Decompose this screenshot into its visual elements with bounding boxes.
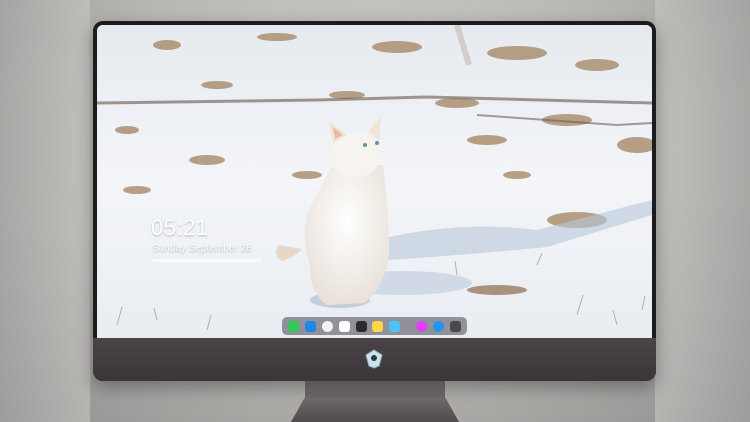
finder-icon[interactable]: [304, 320, 316, 332]
clapper-icon[interactable]: [355, 320, 367, 332]
lockscreen-time: 05:21: [151, 215, 209, 240]
clock-icon[interactable]: [321, 320, 333, 332]
brand-logo-icon: [365, 349, 383, 369]
calendar-icon[interactable]: [338, 320, 350, 332]
camera-icon[interactable]: [450, 320, 462, 332]
lockscreen-subtitle-line: [152, 259, 262, 262]
messages-icon[interactable]: [287, 320, 299, 332]
dock: [282, 317, 467, 335]
lockscreen-date: Sunday September 28: [152, 243, 252, 254]
itunes-icon[interactable]: [416, 320, 428, 332]
monitor-chin: [93, 338, 656, 381]
notes-icon[interactable]: [372, 320, 384, 332]
wallpaper-snow-cat: [97, 25, 652, 338]
photos-icon[interactable]: [389, 320, 401, 332]
background-blur-left: [0, 0, 90, 422]
app-store-icon[interactable]: [433, 320, 445, 332]
screen: 05:21 Sunday September 28: [97, 25, 652, 338]
imac-monitor: 05:21 Sunday September 28: [93, 21, 656, 381]
background-blur-right: [655, 0, 750, 422]
monitor-stand-base: [291, 398, 459, 422]
